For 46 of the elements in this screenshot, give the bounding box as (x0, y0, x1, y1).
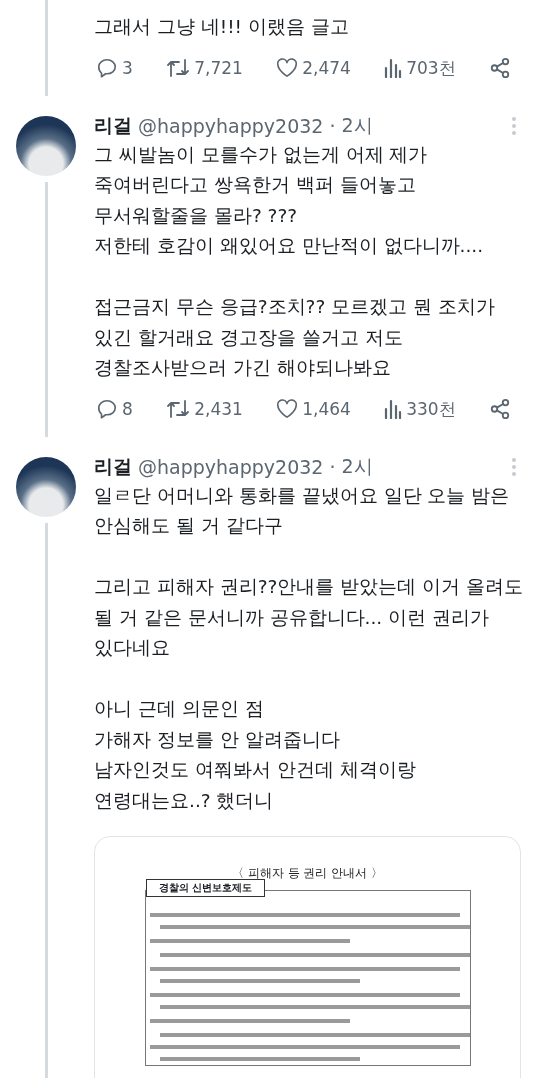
share-icon[interactable] (489, 398, 511, 420)
document-image[interactable]: 〈 피해자 등 권리 안내서 〉 경찰의 신변보호제도 (94, 836, 521, 1078)
reply-icon[interactable] (96, 57, 118, 79)
separator-dot: · (329, 114, 336, 137)
tweet-text-line: 아니 근데 의문인 점 (94, 697, 265, 721)
separator-dot: · (329, 455, 336, 478)
tweet-text-line: 저한테 호감이 왜있어요 만난적이 없다니까.... (94, 234, 485, 258)
reply-icon[interactable] (96, 398, 118, 420)
post-time: 2시 (341, 112, 373, 138)
heart-icon[interactable] (276, 399, 299, 419)
tweet-text-line: 그 씨발놈이 모를수가 없는게 어제 제가 (94, 142, 429, 167)
like-count: 2,474 (302, 58, 351, 78)
tweet-text-line: 있긴 할거래요 경고장을 쓸거고 저도 (94, 325, 404, 350)
tweet-text-line: 가해자 정보를 안 알려줍니다 (94, 727, 341, 752)
document-title: 〈 피해자 등 권리 안내서 〉 (231, 865, 384, 882)
post-time: 2시 (341, 453, 373, 479)
user-name[interactable]: 리걸 (94, 453, 132, 480)
document-section-label: 경찰의 신변보호제도 (145, 879, 265, 897)
tweet-text-line: 남자인것도 여쭤봐서 안건데 체격이랑 (94, 758, 417, 782)
tweet-text-line: 안심해도 될 거 같다구 (94, 514, 284, 538)
tweet-text-line: 죽여버린다고 쌍욕한거 백퍼 들어놓고 (94, 173, 417, 197)
tweet-text-line: 접근금지 무슨 응급?조치?? 모르겠고 뭔 조치가 (94, 295, 496, 319)
tweet-text-line: 무서워할줄을 몰라? ??? (94, 203, 299, 228)
heart-icon[interactable] (276, 58, 299, 78)
tweet-text-line: 그리고 피해자 권리??안내를 받았는데 이거 올려도 (94, 575, 525, 599)
repost-count: 7,721 (194, 58, 243, 78)
bar-chart-icon[interactable] (384, 58, 403, 78)
tweet-text-line: 일ㄹ단 어머니와 통화를 끝냈어요 일단 오늘 밤은 (94, 483, 511, 508)
view-count: 703천 (406, 56, 456, 80)
repost-count: 2,431 (194, 399, 243, 419)
tweet-text-line: 그래서 그냥 네!!! 이랬음 글고 (94, 15, 350, 39)
user-handle[interactable]: @happyhappy2032 (138, 455, 324, 478)
repost-icon[interactable] (166, 398, 191, 420)
user-name[interactable]: 리걸 (94, 112, 132, 139)
tweet-text-line: 있다네요 (94, 636, 171, 660)
repost-icon[interactable] (166, 57, 191, 79)
tweet-text-line: 경찰조사받으러 가긴 해야되나봐요 (94, 356, 392, 380)
share-icon[interactable] (489, 57, 511, 79)
user-handle[interactable]: @happyhappy2032 (138, 114, 324, 137)
view-count: 330천 (406, 397, 456, 421)
tweet-text-line: 될 거 같은 문서니까 공유합니다... 이런 권리가 (94, 605, 490, 630)
bar-chart-icon[interactable] (384, 399, 403, 419)
like-count: 1,464 (302, 399, 351, 419)
reply-count: 8 (122, 399, 133, 419)
reply-count: 3 (122, 58, 133, 78)
tweet-text-line: 연령대는요..? 했더니 (94, 788, 275, 813)
